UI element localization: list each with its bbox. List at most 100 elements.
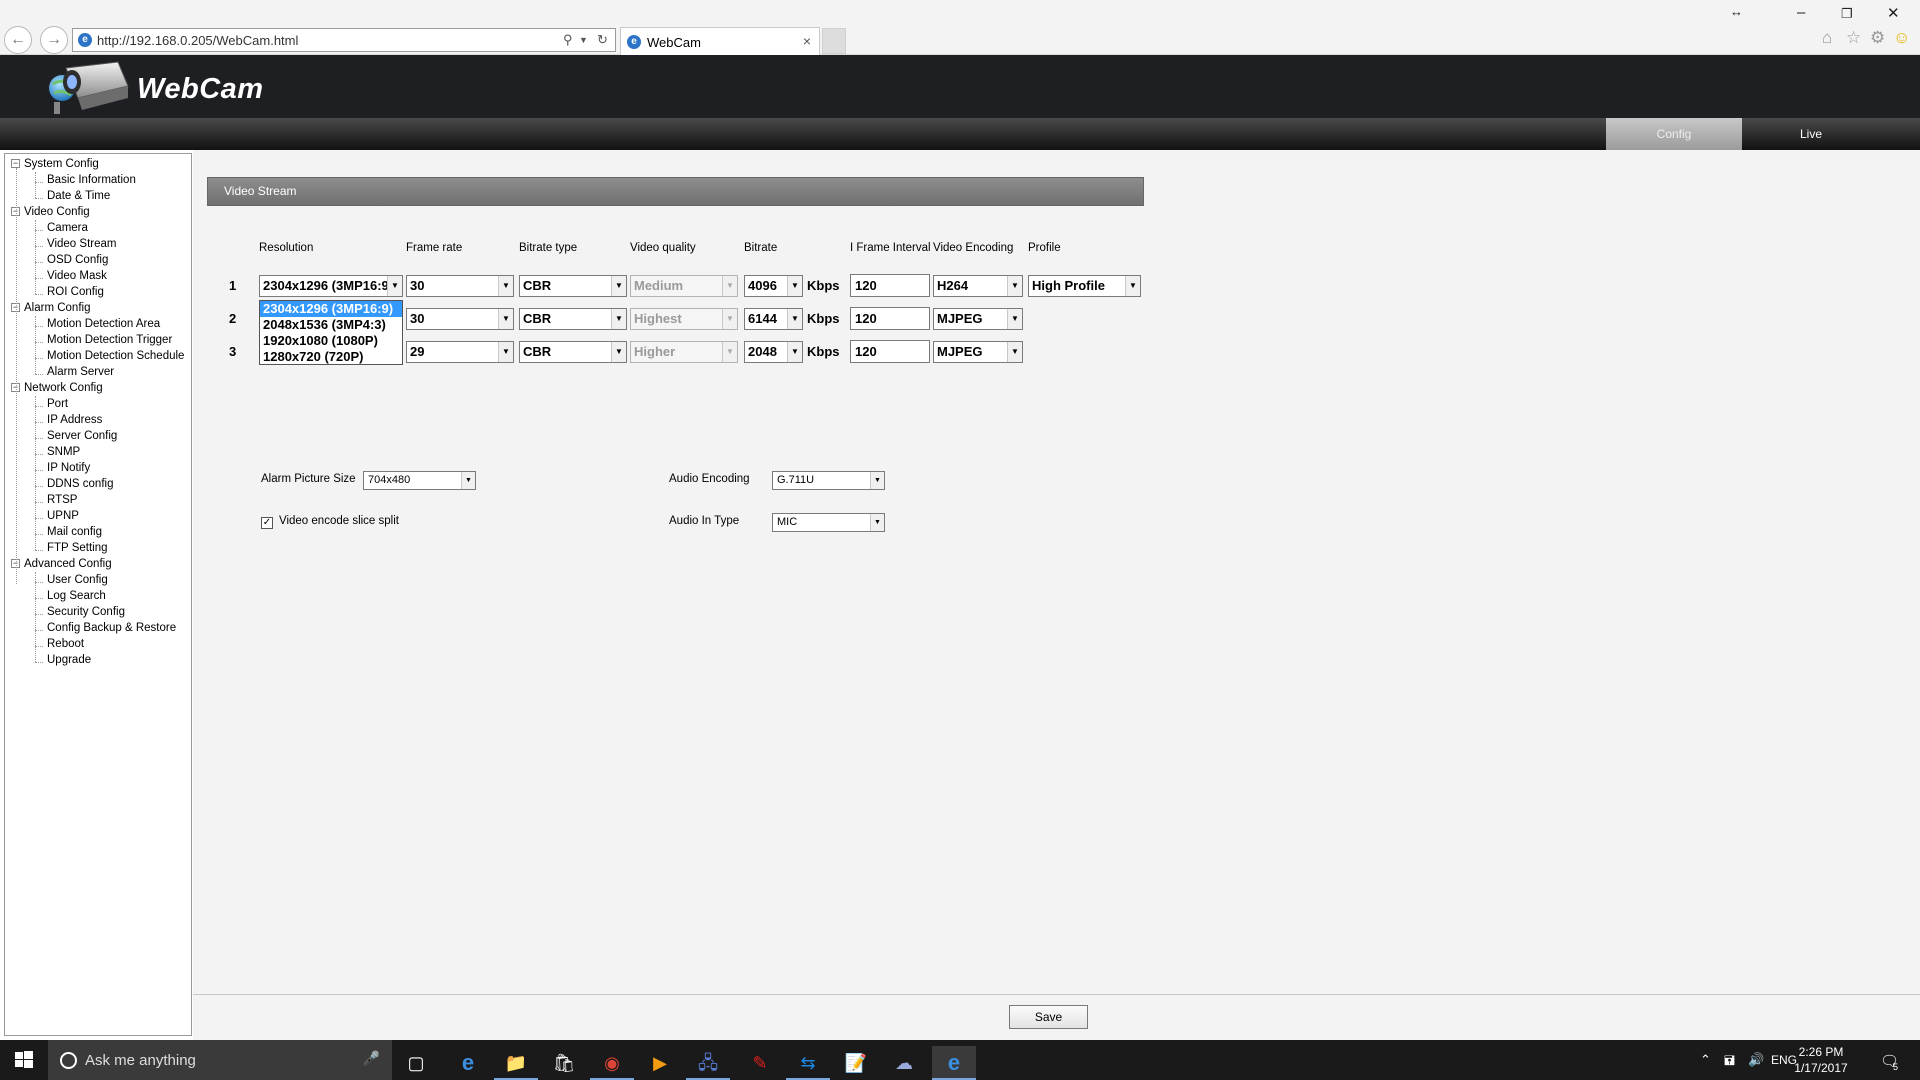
tree-item[interactable]: IP Notify: [47, 462, 90, 474]
dropdown-arrow-icon[interactable]: ▼: [1007, 342, 1022, 362]
tree-group[interactable]: − Advanced Config: [11, 558, 112, 570]
resolution-select[interactable]: 2304x1296 (3MP16:9) ▼: [259, 275, 403, 297]
resolution-option[interactable]: 2304x1296 (3MP16:9): [260, 301, 402, 317]
browser-tab[interactable]: e WebCam ×: [620, 27, 820, 55]
dropdown-arrow-icon[interactable]: ▼: [611, 342, 626, 362]
tree-item[interactable]: Camera: [47, 222, 88, 234]
iframe-interval-input[interactable]: 120: [850, 307, 930, 330]
bitrate-type-select[interactable]: CBR ▼: [519, 308, 627, 330]
forward-button[interactable]: →: [40, 26, 68, 54]
bitrate-select[interactable]: 6144 ▼: [744, 308, 803, 330]
tree-item[interactable]: Motion Detection Area: [47, 318, 160, 330]
teamviewer-icon[interactable]: ⇆: [786, 1046, 830, 1080]
dropdown-arrow-icon[interactable]: ▼: [498, 309, 513, 329]
tree-item[interactable]: IP Address: [47, 414, 102, 426]
close-tab-icon[interactable]: ×: [803, 33, 811, 49]
iframe-interval-input[interactable]: 120: [850, 274, 930, 297]
tree-item[interactable]: DDNS config: [47, 478, 113, 490]
pdf-reader-icon[interactable]: ✎: [738, 1046, 782, 1080]
minimize-icon[interactable]: –: [1797, 4, 1805, 21]
cloud-app-icon[interactable]: ☁: [882, 1046, 926, 1080]
tree-item[interactable]: Basic Information: [47, 174, 136, 186]
windows-start-icon[interactable]: [0, 1040, 48, 1080]
favorites-star-icon[interactable]: ☆: [1846, 28, 1861, 48]
tree-item[interactable]: Video Mask: [47, 270, 107, 282]
edge-browser-icon[interactable]: e: [446, 1046, 490, 1080]
bitrate-type-select[interactable]: CBR ▼: [519, 275, 627, 297]
tree-item[interactable]: Security Config: [47, 606, 125, 618]
slice-split-checkbox[interactable]: ✓: [261, 517, 273, 529]
microphone-icon[interactable]: 🎤: [363, 1050, 380, 1067]
media-player-icon[interactable]: ▶: [638, 1046, 682, 1080]
tree-group-label[interactable]: Video Config: [24, 206, 90, 218]
dropdown-arrow-icon[interactable]: ▼: [1007, 276, 1022, 296]
save-button[interactable]: Save: [1009, 1005, 1088, 1029]
tree-group-label[interactable]: Advanced Config: [24, 558, 112, 570]
bitrate-select[interactable]: 4096 ▼: [744, 275, 803, 297]
tree-item[interactable]: Mail config: [47, 526, 102, 538]
tree-item[interactable]: Reboot: [47, 638, 84, 650]
dropdown-arrow-icon[interactable]: ▼: [870, 514, 884, 531]
restore-icon[interactable]: ❐: [1841, 6, 1853, 22]
tree-group[interactable]: − System Config: [11, 158, 99, 170]
tree-item[interactable]: Alarm Server: [47, 366, 114, 378]
address-bar[interactable]: e http://192.168.0.205/WebCam.html ⚲ ▼ ↻: [72, 28, 616, 52]
tree-item[interactable]: User Config: [47, 574, 108, 586]
dropdown-arrow-icon[interactable]: ▼: [498, 276, 513, 296]
tree-item[interactable]: Upgrade: [47, 654, 91, 666]
tree-group-label[interactable]: Network Config: [24, 382, 103, 394]
store-icon[interactable]: 🛍: [542, 1046, 586, 1080]
dropdown-arrow-icon[interactable]: ▼: [498, 342, 513, 362]
network-app-icon[interactable]: 🖧: [686, 1046, 730, 1080]
collapse-toggle-icon[interactable]: −: [11, 159, 20, 168]
back-button[interactable]: ←: [4, 26, 32, 54]
chrome-icon[interactable]: ◉: [590, 1046, 634, 1080]
cortana-search-box[interactable]: Ask me anything 🎤: [48, 1040, 392, 1080]
video-encoding-select[interactable]: MJPEG ▼: [933, 341, 1023, 363]
tree-item[interactable]: RTSP: [47, 494, 77, 506]
dropdown-arrow-icon[interactable]: ▼: [611, 309, 626, 329]
dropdown-arrow-icon[interactable]: ▼: [1007, 309, 1022, 329]
network-icon[interactable]: 🖬: [1724, 1052, 1735, 1074]
tree-item[interactable]: ROI Config: [47, 286, 104, 298]
tree-item[interactable]: OSD Config: [47, 254, 108, 266]
video-encoding-select[interactable]: MJPEG ▼: [933, 308, 1023, 330]
tab-live[interactable]: Live: [1743, 118, 1879, 150]
resolution-option[interactable]: 1920x1080 (1080P): [260, 333, 402, 349]
resolution-option[interactable]: 2048x1536 (3MP4:3): [260, 317, 402, 333]
dropdown-arrow-icon[interactable]: ▼: [579, 35, 588, 45]
tree-item[interactable]: Motion Detection Schedule: [47, 350, 184, 362]
system-clock[interactable]: 2:26 PM 1/17/2017: [1790, 1044, 1852, 1076]
dropdown-arrow-icon[interactable]: ▼: [461, 472, 475, 489]
profile-select[interactable]: High Profile ▼: [1028, 275, 1141, 297]
close-window-icon[interactable]: ✕: [1887, 4, 1900, 22]
tab-config[interactable]: Config: [1606, 118, 1742, 150]
tree-group-label[interactable]: Alarm Config: [24, 302, 90, 314]
dropdown-arrow-icon[interactable]: ▼: [787, 309, 802, 329]
frame-rate-select[interactable]: 29 ▼: [406, 341, 514, 363]
tree-item[interactable]: Config Backup & Restore: [47, 622, 176, 634]
video-encoding-select[interactable]: H264 ▼: [933, 275, 1023, 297]
bitrate-type-select[interactable]: CBR ▼: [519, 341, 627, 363]
frame-rate-select[interactable]: 30 ▼: [406, 275, 514, 297]
file-explorer-icon[interactable]: 📁: [494, 1046, 538, 1080]
internet-explorer-icon[interactable]: e: [932, 1046, 976, 1080]
show-hidden-icons-icon[interactable]: ⌃: [1700, 1052, 1711, 1068]
alarm-picture-size-select[interactable]: 704x480 ▼: [363, 471, 476, 490]
iframe-interval-input[interactable]: 120: [850, 340, 930, 363]
audio-in-type-select[interactable]: MIC ▼: [772, 513, 885, 532]
resolution-option[interactable]: 1280x720 (720P): [260, 349, 402, 365]
dropdown-arrow-icon[interactable]: ▼: [787, 342, 802, 362]
dropdown-arrow-icon[interactable]: ▼: [611, 276, 626, 296]
refresh-icon[interactable]: ↻: [597, 32, 608, 48]
dropdown-arrow-icon[interactable]: ▼: [387, 276, 402, 296]
tree-item[interactable]: FTP Setting: [47, 542, 108, 554]
tree-item[interactable]: Date & Time: [47, 190, 110, 202]
home-icon[interactable]: ⌂: [1822, 28, 1832, 48]
audio-encoding-select[interactable]: G.711U ▼: [772, 471, 885, 490]
tree-item[interactable]: Motion Detection Trigger: [47, 334, 172, 346]
tree-item[interactable]: Log Search: [47, 590, 106, 602]
resolution-dropdown-list[interactable]: 2304x1296 (3MP16:9) 2048x1536 (3MP4:3) 1…: [259, 300, 403, 365]
feedback-smiley-icon[interactable]: ☺: [1893, 28, 1910, 48]
settings-gear-icon[interactable]: ⚙: [1870, 28, 1885, 48]
